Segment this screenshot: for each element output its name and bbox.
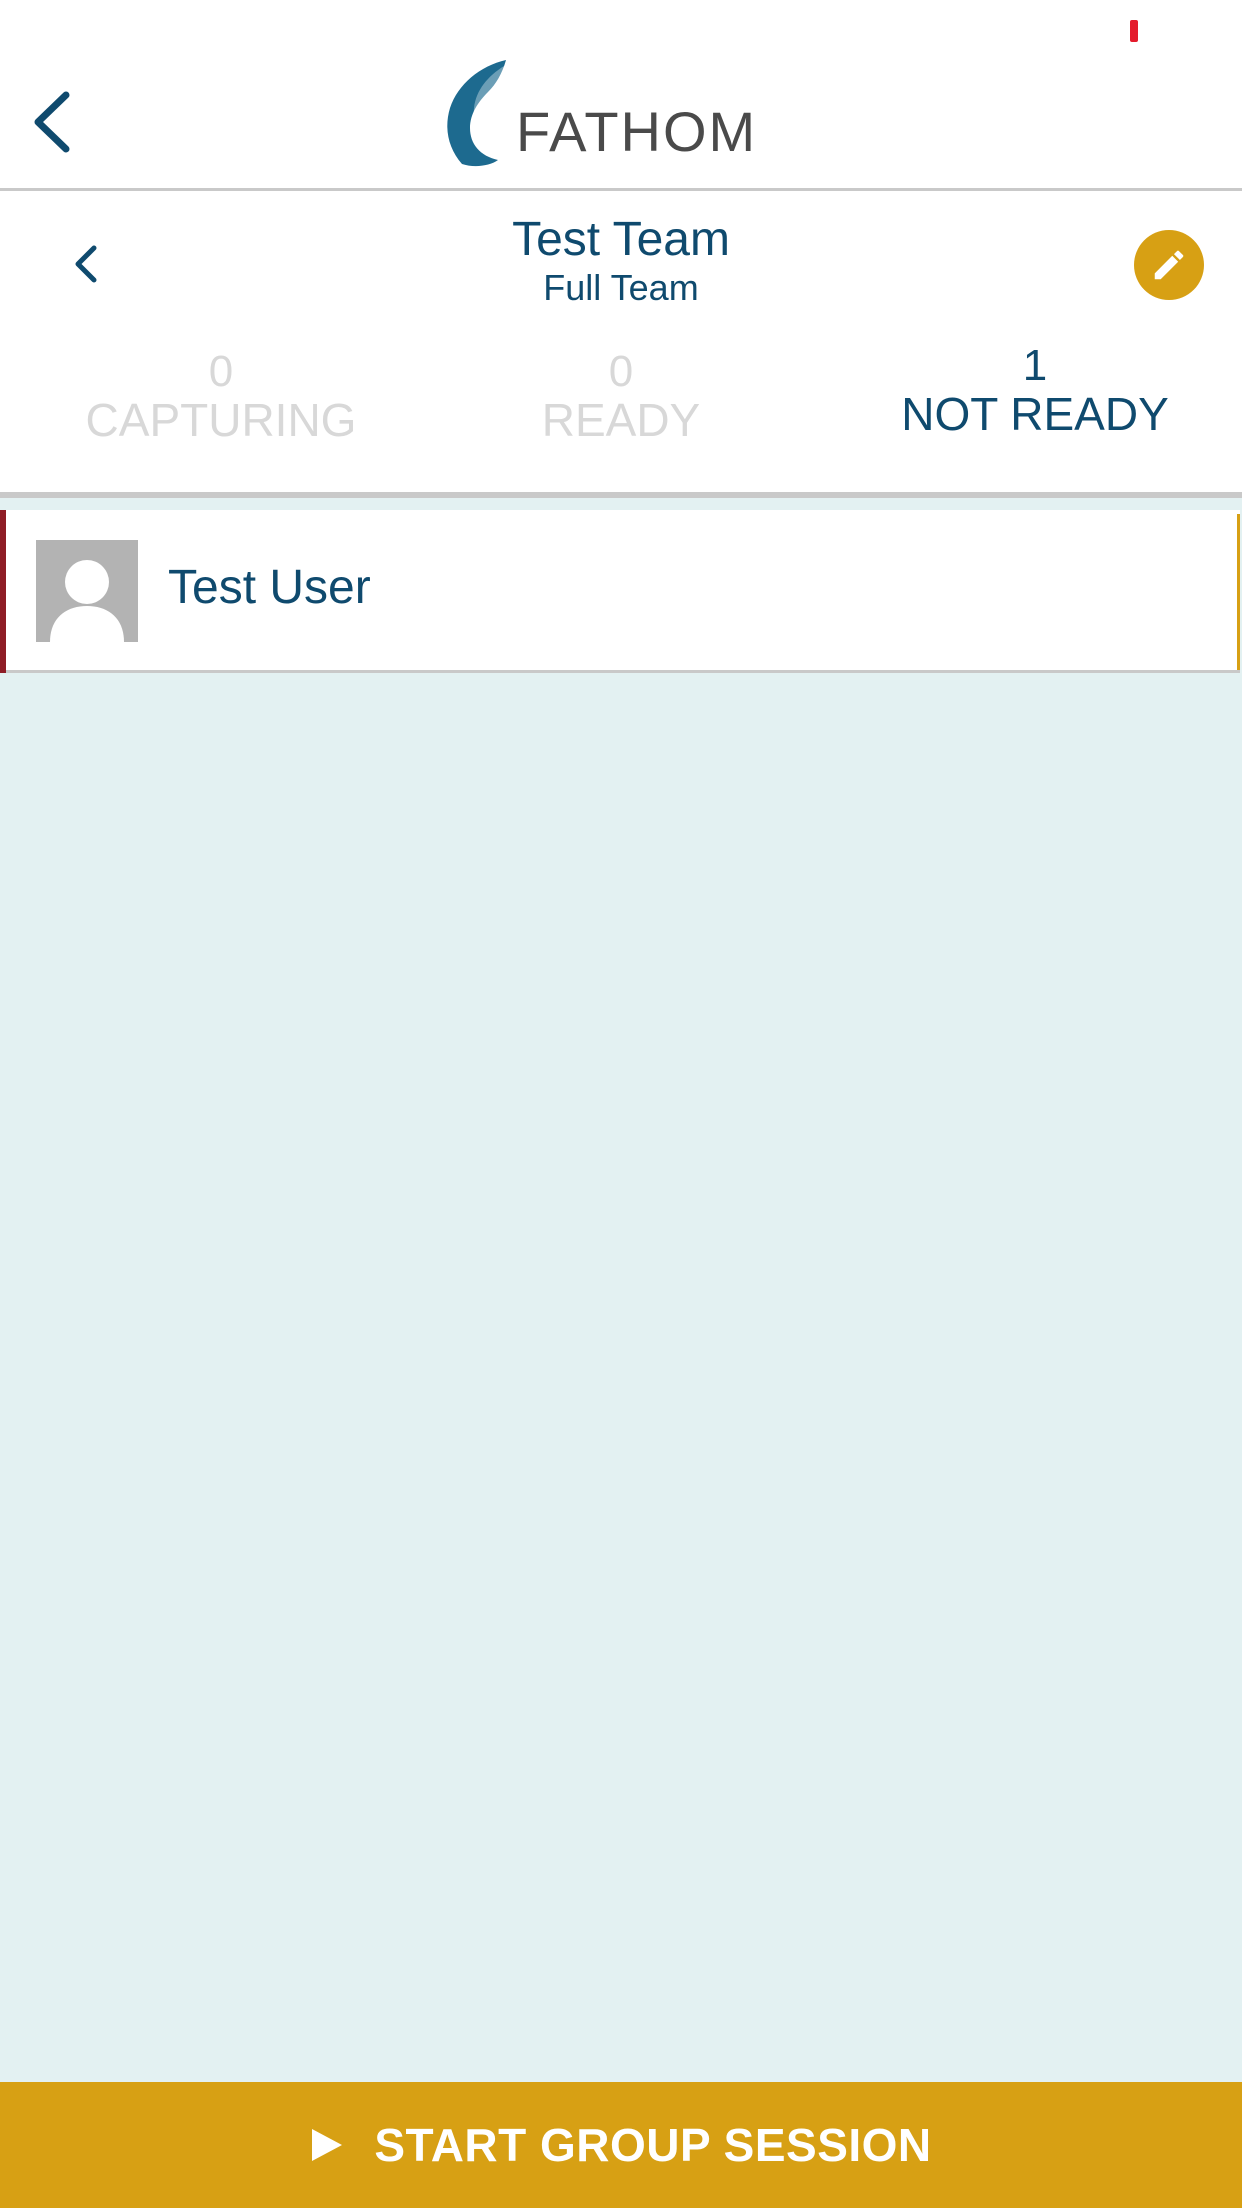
tab-not-ready[interactable]: 1 NOT READY bbox=[828, 341, 1242, 440]
header-back-button[interactable] bbox=[22, 82, 82, 162]
list-item[interactable]: Test User bbox=[0, 510, 1240, 673]
start-group-session-label: START GROUP SESSION bbox=[374, 2119, 932, 2171]
fathom-logo: FATHOM bbox=[440, 56, 780, 168]
recording-status-indicator bbox=[1130, 20, 1138, 42]
tab-ready[interactable]: 0 READY bbox=[414, 347, 828, 446]
not-ready-count: 1 bbox=[1022, 341, 1048, 390]
edit-team-button[interactable] bbox=[1134, 230, 1204, 300]
capturing-label: CAPTURING bbox=[85, 394, 357, 446]
member-name: Test User bbox=[168, 561, 371, 614]
tab-capturing[interactable]: 0 CAPTURING bbox=[14, 347, 428, 446]
ready-label: READY bbox=[541, 394, 701, 446]
team-subtitle: Full Team bbox=[543, 267, 699, 308]
logo-text: FATHOM bbox=[516, 100, 758, 163]
pencil-icon bbox=[1154, 250, 1184, 280]
capturing-count: 0 bbox=[208, 347, 234, 396]
avatar bbox=[36, 540, 138, 642]
start-group-session-button[interactable]: START GROUP SESSION bbox=[0, 2082, 1242, 2208]
chevron-left-icon bbox=[34, 91, 70, 153]
ready-count: 0 bbox=[608, 347, 634, 396]
play-icon bbox=[312, 2129, 343, 2161]
not-ready-status-bar bbox=[0, 510, 6, 673]
team-title: Test Team bbox=[512, 213, 730, 266]
app-header: FATHOM bbox=[0, 0, 1242, 191]
fathom-logo-mark-icon bbox=[447, 60, 506, 167]
not-ready-label: NOT READY bbox=[901, 388, 1169, 440]
default-user-avatar-icon bbox=[50, 560, 124, 642]
row-edge-accent bbox=[1237, 514, 1240, 670]
